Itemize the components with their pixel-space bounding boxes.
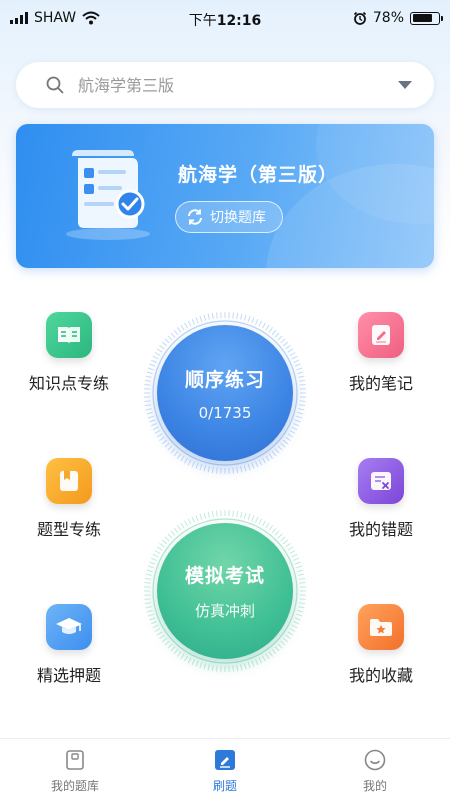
search-bar[interactable]: [16, 62, 434, 108]
status-right: 78%: [353, 10, 443, 26]
status-bar: SHAW 下午12:16 78%: [0, 0, 450, 36]
search-input[interactable]: [78, 75, 398, 95]
my-favorites-label: 我的收藏: [348, 666, 413, 685]
selected-questions-button[interactable]: 精选押题: [14, 604, 124, 686]
practice-progress: 0/1735: [198, 403, 252, 422]
tab-label: 我的题库: [50, 779, 99, 793]
time-value: 12:16: [216, 13, 262, 29]
switch-bank-button[interactable]: 切换题库: [175, 201, 283, 233]
tab-me[interactable]: 我的: [300, 739, 450, 800]
my-notes-button[interactable]: 我的笔记: [326, 312, 436, 394]
book-icon: [64, 749, 86, 771]
mock-exam-button[interactable]: 模拟考试 仿真冲刺: [157, 523, 293, 659]
refresh-icon: [188, 209, 202, 225]
document-check-illustration-icon: [66, 150, 150, 240]
tab-my-bank[interactable]: 我的题库: [0, 739, 150, 800]
battery-fill: [412, 14, 432, 22]
bookmark-card-icon: [46, 458, 92, 504]
mock-exam-subtitle: 仿真冲刺: [194, 602, 255, 620]
my-favorites-button[interactable]: 我的收藏: [326, 604, 436, 686]
banner-title: 航海学（第三版）: [178, 164, 339, 186]
my-notes-label: 我的笔记: [348, 374, 413, 393]
dropdown-caret-icon[interactable]: [398, 81, 412, 89]
smiley-icon: [364, 749, 386, 771]
graduation-cap-icon: [46, 604, 92, 650]
folder-star-icon: [358, 604, 404, 650]
my-mistakes-button[interactable]: 我的错题: [326, 458, 436, 540]
switch-bank-label: 切换题库: [210, 210, 266, 226]
sequential-practice-button[interactable]: 顺序练习 0/1735: [157, 325, 293, 461]
pen-icon: [214, 749, 236, 771]
tab-label: 刷题: [212, 779, 237, 793]
time-prefix: 下午: [188, 13, 217, 29]
wrong-list-icon: [358, 458, 404, 504]
bottom-tab-bar: 我的题库 刷题 我的: [0, 738, 450, 800]
question-type-practice-label: 题型专练: [36, 520, 101, 539]
my-mistakes-label: 我的错题: [348, 520, 413, 539]
tab-label: 我的: [362, 779, 387, 793]
alarm-icon: [353, 11, 366, 25]
battery-percent: 78%: [372, 10, 404, 26]
tab-practice[interactable]: 刷题: [150, 739, 300, 800]
mock-exam-title: 模拟考试: [184, 565, 265, 587]
open-book-icon: [46, 312, 92, 358]
sequential-practice-title: 顺序练习: [184, 368, 265, 391]
question-type-practice-button[interactable]: 题型专练: [14, 458, 124, 540]
search-icon: [46, 76, 64, 94]
note-pencil-icon: [358, 312, 404, 358]
knowledge-practice-button[interactable]: 知识点专练: [14, 312, 124, 394]
question-bank-banner: 航海学（第三版） 切换题库: [16, 124, 434, 268]
knowledge-practice-label: 知识点专练: [28, 374, 109, 393]
selected-questions-label: 精选押题: [36, 666, 101, 685]
mock-exam-wrap: 模拟考试 仿真冲刺: [142, 508, 308, 674]
sequential-practice-wrap: 顺序练习 0/1735: [142, 310, 308, 476]
battery-icon: [410, 11, 443, 25]
